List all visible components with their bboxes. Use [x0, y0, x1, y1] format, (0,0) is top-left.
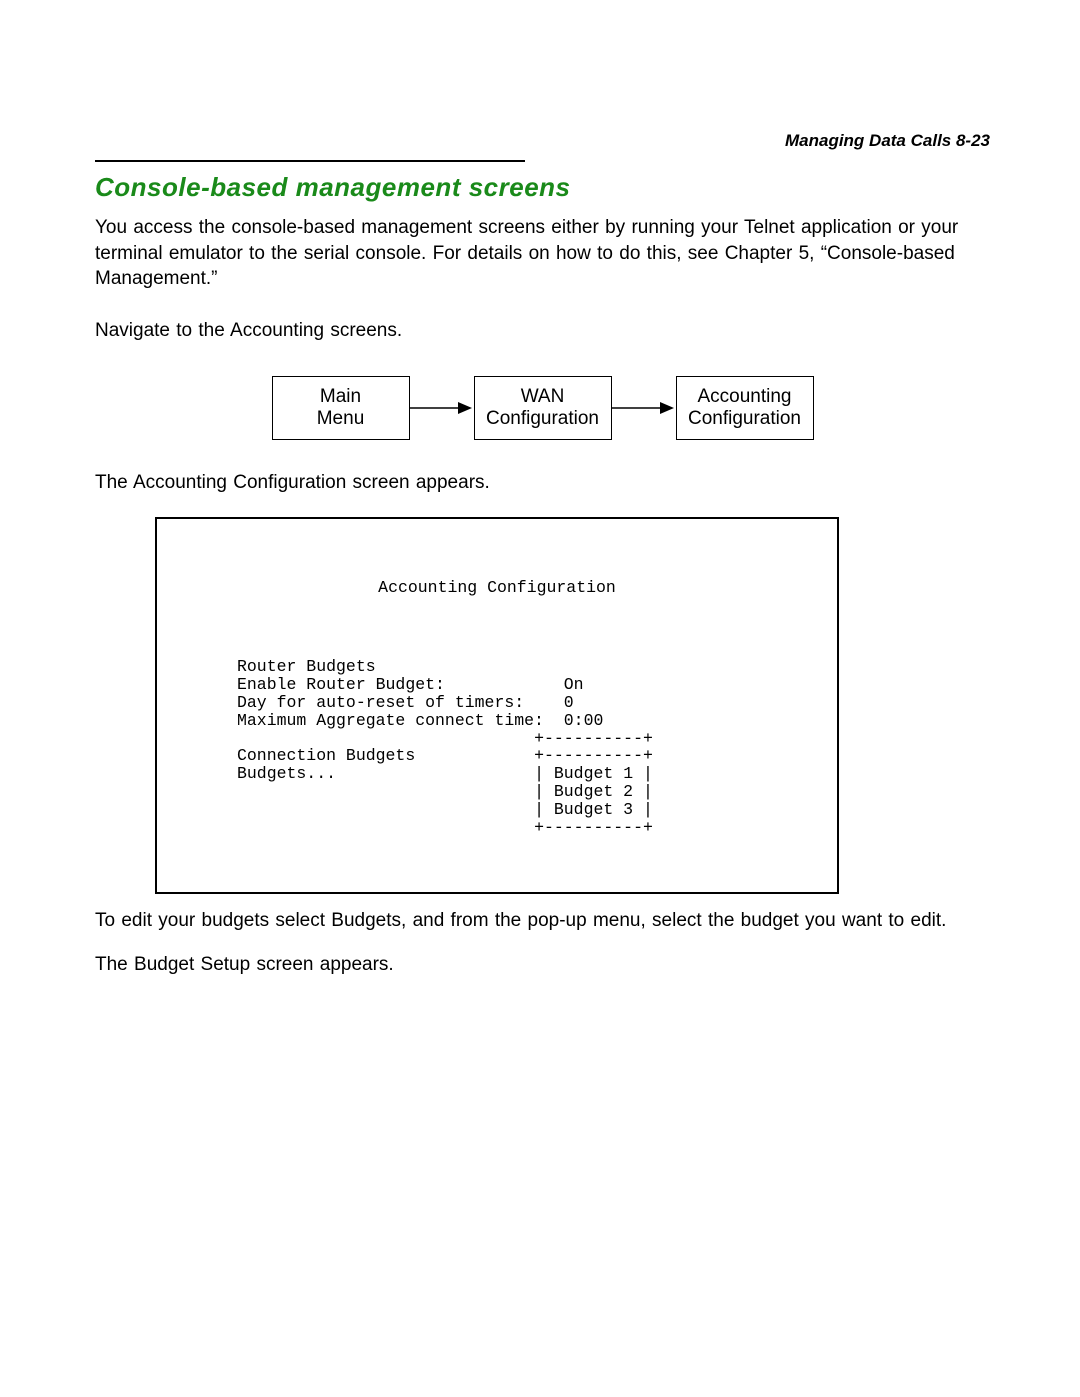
section-title: Console-based management screens	[95, 170, 990, 205]
after-console-text-1: To edit your budgets select Budgets, and…	[95, 908, 990, 934]
arrow-icon	[410, 398, 474, 418]
flow-box-wan-config: WAN Configuration	[474, 376, 612, 440]
console-popup-item: | Budget 3 |	[534, 800, 653, 819]
section-rule	[95, 160, 525, 162]
console-popup-item: | Budget 2 |	[534, 782, 653, 801]
flow-box-label: Main	[320, 386, 361, 408]
flow-box-label: WAN	[521, 386, 565, 408]
console-line-label: Connection Budgets	[237, 746, 415, 765]
console-line: Router Budgets	[237, 657, 376, 676]
console-sep: +----------+	[534, 746, 653, 765]
intro-paragraph: You access the console-based management …	[95, 215, 990, 292]
console-sep: +----------+	[534, 729, 653, 748]
console-screen: Accounting Configuration Router Budgets …	[155, 517, 839, 894]
flow-box-label: Configuration	[486, 408, 599, 430]
flow-box-label: Configuration	[688, 408, 801, 430]
console-body: Router Budgets Enable Router Budget: On …	[177, 658, 817, 836]
console-line-value: 0	[564, 693, 574, 712]
flow-box-main-menu: Main Menu	[272, 376, 410, 440]
flow-box-label: Menu	[317, 408, 365, 430]
console-title: Accounting Configuration	[177, 579, 817, 597]
console-line-value: On	[564, 675, 584, 694]
console-line-label: Day for auto-reset of timers:	[237, 693, 524, 712]
flow-box-accounting-config: Accounting Configuration	[676, 376, 814, 440]
after-console-text-2: The Budget Setup screen appears.	[95, 952, 990, 978]
navigation-flow-diagram: Main Menu WAN Configuration Accounting C…	[95, 376, 990, 440]
console-sep: +----------+	[534, 818, 653, 837]
console-popup-item: | Budget 1 |	[534, 764, 653, 783]
console-line-label: Enable Router Budget:	[237, 675, 445, 694]
running-head: Managing Data Calls 8-23	[785, 130, 990, 153]
flow-box-label: Accounting	[697, 386, 791, 408]
console-line-label: Maximum Aggregate connect time:	[237, 711, 544, 730]
console-line-label: Budgets...	[237, 764, 336, 783]
arrow-icon	[612, 398, 676, 418]
after-flow-text: The Accounting Configuration screen appe…	[95, 470, 990, 496]
console-line-value: 0:00	[564, 711, 604, 730]
nav-instruction: Navigate to the Accounting screens.	[95, 318, 990, 344]
